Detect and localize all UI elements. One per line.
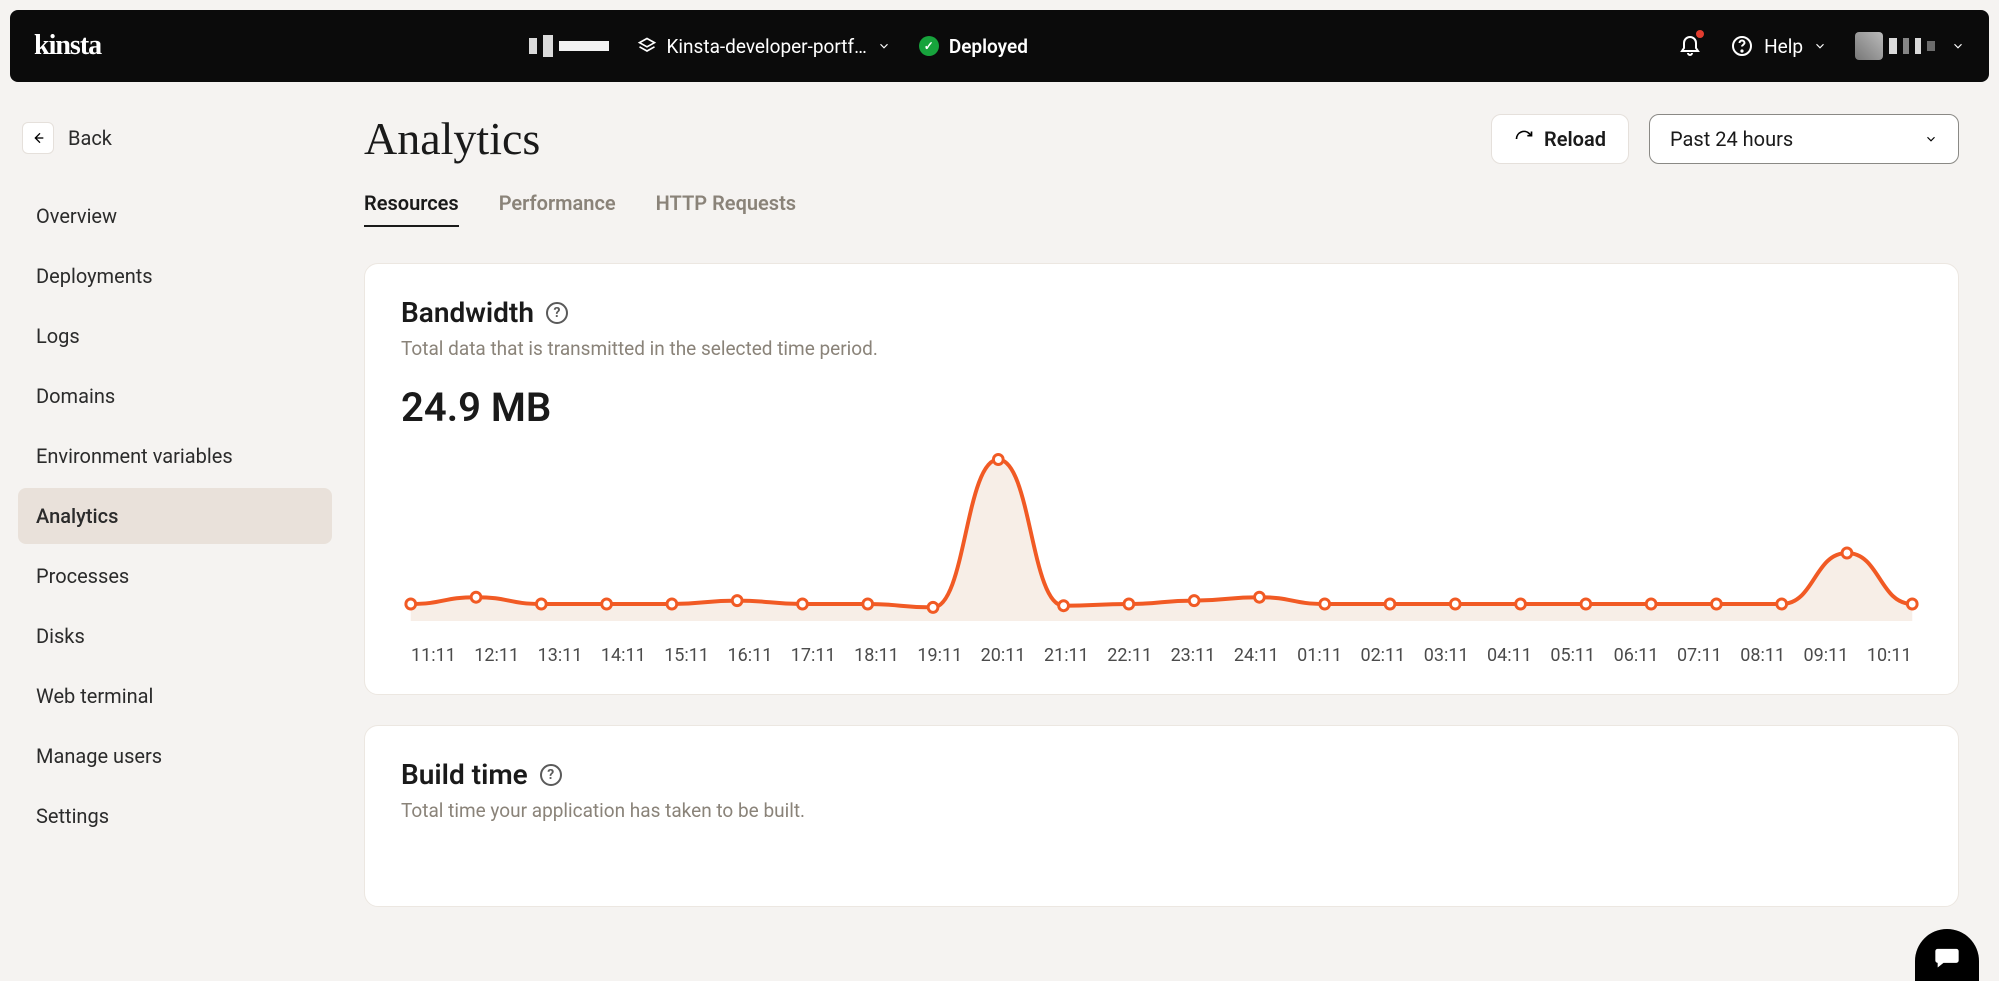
x-tick: 04:11: [1487, 645, 1532, 666]
main-content: Analytics Reload Past 24 hours: [352, 100, 1989, 971]
buildtime-subtitle: Total time your application has taken to…: [401, 799, 1922, 822]
x-tick: 07:11: [1677, 645, 1722, 666]
sidebar-nav: Overview Deployments Logs Domains Enviro…: [10, 188, 340, 844]
deploy-status: Deployed: [919, 35, 1028, 58]
sidebar-item-disks[interactable]: Disks: [18, 608, 332, 664]
back-button[interactable]: [22, 122, 54, 154]
x-tick: 18:11: [854, 645, 899, 666]
bandwidth-x-axis: 11:11 12:11 13:11 14:11 15:11 16:11 17:11 18:11…: [401, 631, 1922, 666]
sidebar-item-domains[interactable]: Domains: [18, 368, 332, 424]
sidebar-item-processes[interactable]: Processes: [18, 548, 332, 604]
topbar: kinsta Kinsta-developer-portf… Deployed: [10, 10, 1989, 82]
tabs: Resources Performance HTTP Requests: [364, 191, 1959, 227]
blurred-company-switcher[interactable]: [529, 35, 609, 57]
buildtime-title: Build time: [401, 758, 528, 791]
time-range-value: Past 24 hours: [1670, 127, 1793, 151]
chevron-down-icon: [1951, 39, 1965, 53]
x-tick: 13:11: [538, 645, 583, 666]
x-tick: 20:11: [981, 645, 1026, 666]
reload-label: Reload: [1544, 127, 1606, 151]
x-tick: 21:11: [1044, 645, 1089, 666]
sidebar-item-web-terminal[interactable]: Web terminal: [18, 668, 332, 724]
help-icon: [1730, 34, 1754, 58]
x-tick: 22:11: [1107, 645, 1152, 666]
x-tick: 03:11: [1424, 645, 1469, 666]
avatar: [1855, 32, 1883, 60]
chevron-down-icon: [877, 39, 891, 53]
sidebar-item-overview[interactable]: Overview: [18, 188, 332, 244]
x-tick: 24:11: [1234, 645, 1279, 666]
chat-icon: [1933, 943, 1961, 971]
sidebar-item-environment-variables[interactable]: Environment variables: [18, 428, 332, 484]
x-tick: 19:11: [917, 645, 962, 666]
notification-dot: [1696, 30, 1704, 38]
x-tick: 05:11: [1550, 645, 1595, 666]
sidebar-item-manage-users[interactable]: Manage users: [18, 728, 332, 784]
x-tick: 16:11: [727, 645, 772, 666]
sidebar-item-analytics[interactable]: Analytics: [18, 488, 332, 544]
x-tick: 23:11: [1171, 645, 1216, 666]
x-tick: 11:11: [411, 645, 456, 666]
sidebar-item-deployments[interactable]: Deployments: [18, 248, 332, 304]
x-tick: 08:11: [1740, 645, 1785, 666]
x-tick: 15:11: [664, 645, 709, 666]
x-tick: 01:11: [1297, 645, 1342, 666]
buildtime-card: Build time ? Total time your application…: [364, 725, 1959, 907]
bandwidth-subtitle: Total data that is transmitted in the se…: [401, 337, 1922, 360]
chevron-down-icon: [1924, 132, 1938, 146]
info-icon[interactable]: ?: [546, 302, 568, 324]
stack-icon: [637, 36, 657, 56]
tab-http-requests[interactable]: HTTP Requests: [656, 191, 796, 227]
check-icon: [919, 36, 939, 56]
x-tick: 10:11: [1867, 645, 1912, 666]
x-tick: 09:11: [1804, 645, 1849, 666]
reload-icon: [1514, 129, 1534, 149]
x-tick: 12:11: [474, 645, 519, 666]
x-tick: 17:11: [791, 645, 836, 666]
project-name: Kinsta-developer-portf…: [667, 35, 867, 58]
tab-performance[interactable]: Performance: [499, 191, 616, 227]
bandwidth-chart: [401, 441, 1922, 631]
x-tick: 02:11: [1360, 645, 1405, 666]
tab-resources[interactable]: Resources: [364, 191, 459, 227]
page-title: Analytics: [364, 112, 540, 165]
bandwidth-title: Bandwidth: [401, 296, 534, 329]
x-tick: 06:11: [1614, 645, 1659, 666]
bandwidth-value: 24.9 MB: [401, 384, 1922, 431]
sidebar-item-logs[interactable]: Logs: [18, 308, 332, 364]
time-range-select[interactable]: Past 24 hours: [1649, 114, 1959, 164]
sidebar: Back Overview Deployments Logs Domains E…: [10, 100, 340, 971]
project-selector[interactable]: Kinsta-developer-portf…: [637, 35, 891, 58]
sidebar-item-settings[interactable]: Settings: [18, 788, 332, 844]
back-label: Back: [68, 126, 112, 150]
status-label: Deployed: [949, 35, 1028, 58]
reload-button[interactable]: Reload: [1491, 114, 1629, 164]
info-icon[interactable]: ?: [540, 764, 562, 786]
arrow-left-icon: [30, 130, 46, 146]
x-tick: 14:11: [601, 645, 646, 666]
bandwidth-card: Bandwidth ? Total data that is transmitt…: [364, 263, 1959, 695]
user-menu[interactable]: [1855, 32, 1965, 60]
chevron-down-icon: [1813, 39, 1827, 53]
notifications-button[interactable]: [1678, 32, 1702, 60]
help-menu[interactable]: Help: [1730, 34, 1827, 58]
logo: kinsta: [34, 30, 101, 62]
help-label: Help: [1764, 35, 1803, 58]
